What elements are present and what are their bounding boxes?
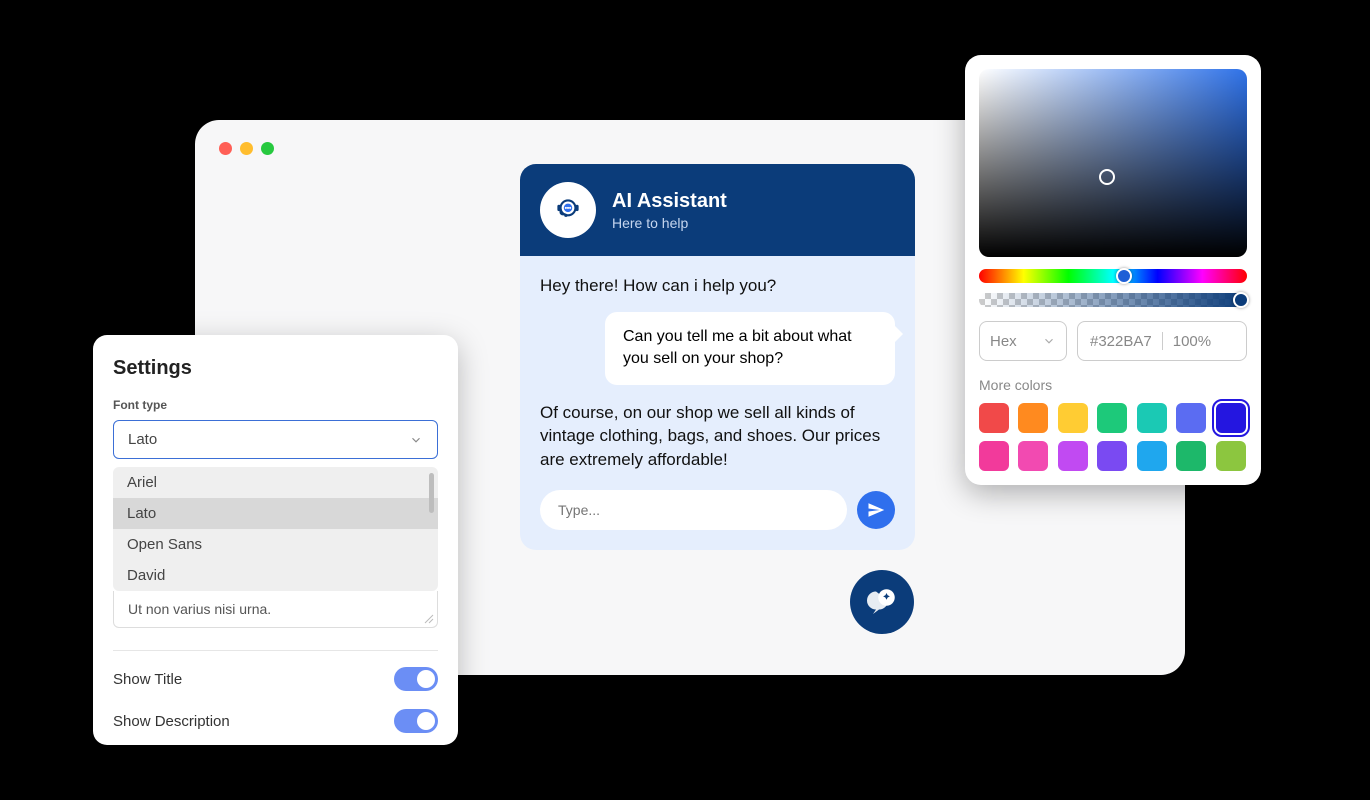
alpha-slider[interactable] [979,293,1247,307]
dropdown-scrollbar[interactable] [429,473,434,513]
settings-panel: Settings Font type Lato Ariel Lato Open … [93,335,458,745]
send-button[interactable] [857,491,895,529]
chat-launcher-button[interactable] [850,570,914,634]
user-message: Can you tell me a bit about what you sel… [605,312,895,385]
chat-header: AI Assistant Here to help [520,164,915,256]
minimize-window-button[interactable] [240,142,253,155]
color-picker-panel: Hex #322BA7 100% More colors [965,55,1261,485]
user-message-wrap: Can you tell me a bit about what you sel… [540,312,895,385]
color-swatch[interactable] [1097,441,1127,471]
color-swatch[interactable] [1216,403,1246,433]
textarea-content: Ut non varius nisi urna. [128,601,271,617]
assistant-avatar [540,182,596,238]
hue-thumb[interactable] [1116,268,1132,284]
alpha-value: 100% [1173,333,1211,350]
show-description-row: Show Description [113,709,438,733]
hue-slider[interactable] [979,269,1247,283]
color-swatch[interactable] [1176,403,1206,433]
color-swatch[interactable] [1176,441,1206,471]
chat-widget: AI Assistant Here to help Hey there! How… [520,164,915,550]
saturation-cursor[interactable] [1099,169,1115,185]
color-swatch[interactable] [1058,441,1088,471]
hex-value: #322BA7 [1090,333,1152,350]
color-swatch[interactable] [1216,441,1246,471]
send-icon [867,501,885,519]
show-title-toggle[interactable] [394,667,438,691]
divider [113,650,438,651]
font-option-lato[interactable]: Lato [113,498,438,529]
hex-input[interactable]: #322BA7 100% [1077,321,1247,361]
font-option-opensans[interactable]: Open Sans [113,529,438,560]
show-description-toggle[interactable] [394,709,438,733]
color-swatch[interactable] [979,441,1009,471]
show-title-label: Show Title [113,671,182,688]
color-swatch[interactable] [1018,403,1048,433]
chat-bubble-icon [864,584,900,620]
font-type-select[interactable]: Lato [113,420,438,459]
color-swatch-grid [979,403,1247,471]
separator [1162,332,1163,350]
color-swatch[interactable] [979,403,1009,433]
bot-message: Hey there! How can i help you? [540,274,895,298]
close-window-button[interactable] [219,142,232,155]
saturation-area[interactable] [979,69,1247,257]
color-swatch[interactable] [1018,441,1048,471]
font-type-label: Font type [113,398,438,412]
color-swatch[interactable] [1137,441,1167,471]
alpha-thumb[interactable] [1233,292,1249,308]
color-format-row: Hex #322BA7 100% [979,321,1247,361]
settings-textarea[interactable]: Ut non varius nisi urna. [113,591,438,628]
show-title-row: Show Title [113,667,438,691]
color-swatch[interactable] [1058,403,1088,433]
settings-title: Settings [113,357,438,380]
chat-header-text: AI Assistant Here to help [612,190,727,231]
more-colors-label: More colors [979,377,1247,393]
resize-handle-icon[interactable] [424,614,434,624]
color-format-label: Hex [990,333,1017,350]
headset-icon [551,193,585,227]
font-selected-value: Lato [128,431,157,448]
font-option-david[interactable]: David [113,560,438,591]
font-option-ariel[interactable]: Ariel [113,467,438,498]
chat-input-row [540,490,895,530]
chevron-down-icon [409,433,423,447]
color-format-select[interactable]: Hex [979,321,1067,361]
show-description-label: Show Description [113,713,230,730]
color-swatch[interactable] [1137,403,1167,433]
chevron-down-icon [1042,334,1056,348]
maximize-window-button[interactable] [261,142,274,155]
chat-subtitle: Here to help [612,215,727,231]
font-dropdown-list: Ariel Lato Open Sans David [113,467,438,591]
chat-input[interactable] [540,490,847,530]
color-swatch[interactable] [1097,403,1127,433]
chat-body: Hey there! How can i help you? Can you t… [520,256,915,550]
chat-title: AI Assistant [612,190,727,213]
bot-message: Of course, on our shop we sell all kinds… [540,401,895,472]
